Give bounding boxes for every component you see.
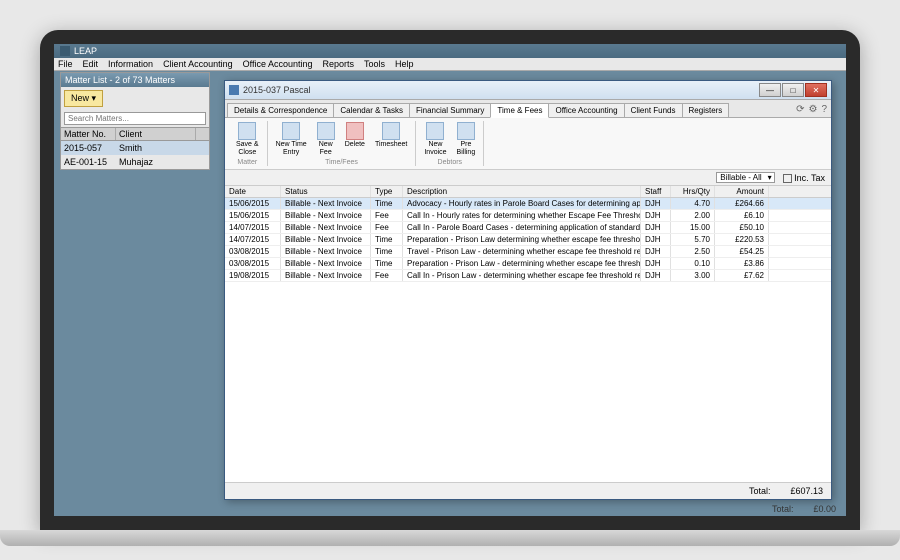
menubar: File Edit Information Client Accounting … xyxy=(54,58,846,71)
inc-tax-checkbox[interactable] xyxy=(783,174,792,183)
app-title-text: LEAP xyxy=(74,46,97,56)
dialog-icon xyxy=(229,85,239,95)
menu-edit[interactable]: Edit xyxy=(83,59,99,69)
delete-icon xyxy=(346,122,364,140)
matter-list-title: Matter List - 2 of 73 Matters xyxy=(61,73,209,87)
save-close-button[interactable]: Save & Close xyxy=(234,121,261,157)
refresh-icon[interactable]: ⟳ xyxy=(796,104,804,115)
ribbon: Save & Close Matter New Time Entry New F… xyxy=(225,118,831,170)
col-description[interactable]: Description xyxy=(403,186,641,197)
ribbon-group-matter: Save & Close Matter xyxy=(228,121,268,166)
filter-bar: Billable - All Inc. Tax xyxy=(225,170,831,186)
dialog-footer: Total: £607.13 xyxy=(225,482,831,499)
minimize-button[interactable]: — xyxy=(759,83,781,97)
menu-help[interactable]: Help xyxy=(395,59,414,69)
tab-registers[interactable]: Registers xyxy=(682,103,730,117)
delete-button[interactable]: Delete xyxy=(343,121,367,150)
grid-row[interactable]: 15/06/2015Billable - Next InvoiceFeeCall… xyxy=(225,210,831,222)
tab-client-funds[interactable]: Client Funds xyxy=(624,103,683,117)
grid-row[interactable]: 15/06/2015Billable - Next InvoiceTimeAdv… xyxy=(225,198,831,210)
new-matter-button[interactable]: New ▾ xyxy=(64,90,103,107)
menu-reports[interactable]: Reports xyxy=(323,59,355,69)
grid-row[interactable]: 14/07/2015Billable - Next InvoiceTimePre… xyxy=(225,234,831,246)
billable-filter-select[interactable]: Billable - All xyxy=(716,172,774,183)
invoice-icon xyxy=(426,122,444,140)
tab-details[interactable]: Details & Correspondence xyxy=(227,103,334,117)
pre-billing-button[interactable]: Pre Billing xyxy=(455,121,478,157)
menu-office-accounting[interactable]: Office Accounting xyxy=(243,59,313,69)
grid-row[interactable]: 14/07/2015Billable - Next InvoiceFeeCall… xyxy=(225,222,831,234)
ribbon-group-debtors: New Invoice Pre Billing Debtors xyxy=(416,121,484,166)
bottom-status: Total: £0.00 xyxy=(772,504,836,514)
help-icon[interactable]: ? xyxy=(821,104,827,115)
new-fee-button[interactable]: New Fee xyxy=(315,121,337,157)
matter-list-panel: Matter List - 2 of 73 Matters New ▾ Matt… xyxy=(60,72,210,170)
dialog-tabs: Details & Correspondence Calendar & Task… xyxy=(225,100,831,118)
close-button[interactable]: ✕ xyxy=(805,83,827,97)
col-date[interactable]: Date xyxy=(225,186,281,197)
total-value: £607.13 xyxy=(790,486,823,496)
screen: LEAP File Edit Information Client Accoun… xyxy=(54,44,846,516)
grid-row[interactable]: 19/08/2015Billable - Next InvoiceFeeCall… xyxy=(225,270,831,282)
inc-tax-label[interactable]: Inc. Tax xyxy=(783,173,825,183)
timesheet-button[interactable]: Timesheet xyxy=(373,121,409,150)
menu-information[interactable]: Information xyxy=(108,59,153,69)
tab-office-acct[interactable]: Office Accounting xyxy=(548,103,624,117)
timesheet-icon xyxy=(382,122,400,140)
maximize-button[interactable]: □ xyxy=(782,83,804,97)
ribbon-group-timefees: New Time Entry New Fee Delete Timesheet … xyxy=(268,121,417,166)
col-amount[interactable]: Amount xyxy=(715,186,769,197)
col-client[interactable]: Client xyxy=(116,128,196,140)
grid-row[interactable]: 03/08/2015Billable - Next InvoiceTimePre… xyxy=(225,258,831,270)
col-hrs[interactable]: Hrs/Qty xyxy=(671,186,715,197)
dialog-title-text: 2015-037 Pascal xyxy=(243,85,755,95)
dialog-titlebar[interactable]: 2015-037 Pascal — □ ✕ xyxy=(225,81,831,100)
menu-client-accounting[interactable]: Client Accounting xyxy=(163,59,233,69)
new-invoice-button[interactable]: New Invoice xyxy=(422,121,448,157)
menu-tools[interactable]: Tools xyxy=(364,59,385,69)
tab-calendar[interactable]: Calendar & Tasks xyxy=(333,103,410,117)
tab-time-fees[interactable]: Time & Fees xyxy=(490,103,549,118)
matter-row[interactable]: 2015-057 Smith xyxy=(61,141,209,155)
matter-dialog: 2015-037 Pascal — □ ✕ Details & Correspo… xyxy=(224,80,832,500)
grid-row[interactable]: 03/08/2015Billable - Next InvoiceTimeTra… xyxy=(225,246,831,258)
grid-header: Date Status Type Description Staff Hrs/Q… xyxy=(225,186,831,198)
prebill-icon xyxy=(457,122,475,140)
app-titlebar: LEAP xyxy=(54,44,846,58)
gear-icon[interactable]: ⚙ xyxy=(808,104,817,115)
laptop-frame: LEAP File Edit Information Client Accoun… xyxy=(40,30,860,530)
matter-row[interactable]: AE-001-15 Muhajaz xyxy=(61,155,209,169)
save-icon xyxy=(238,122,256,140)
clock-icon xyxy=(282,122,300,140)
col-matter-no[interactable]: Matter No. xyxy=(61,128,116,140)
search-matters-input[interactable] xyxy=(64,112,206,125)
col-staff[interactable]: Staff xyxy=(641,186,671,197)
menu-file[interactable]: File xyxy=(58,59,73,69)
col-status[interactable]: Status xyxy=(281,186,371,197)
matter-list-header: Matter No. Client xyxy=(61,127,209,141)
col-type[interactable]: Type xyxy=(371,186,403,197)
tab-financial[interactable]: Financial Summary xyxy=(409,103,491,117)
total-label: Total: xyxy=(749,486,771,496)
new-time-entry-button[interactable]: New Time Entry xyxy=(274,121,309,157)
time-fees-grid[interactable]: Date Status Type Description Staff Hrs/Q… xyxy=(225,186,831,482)
fee-icon xyxy=(317,122,335,140)
